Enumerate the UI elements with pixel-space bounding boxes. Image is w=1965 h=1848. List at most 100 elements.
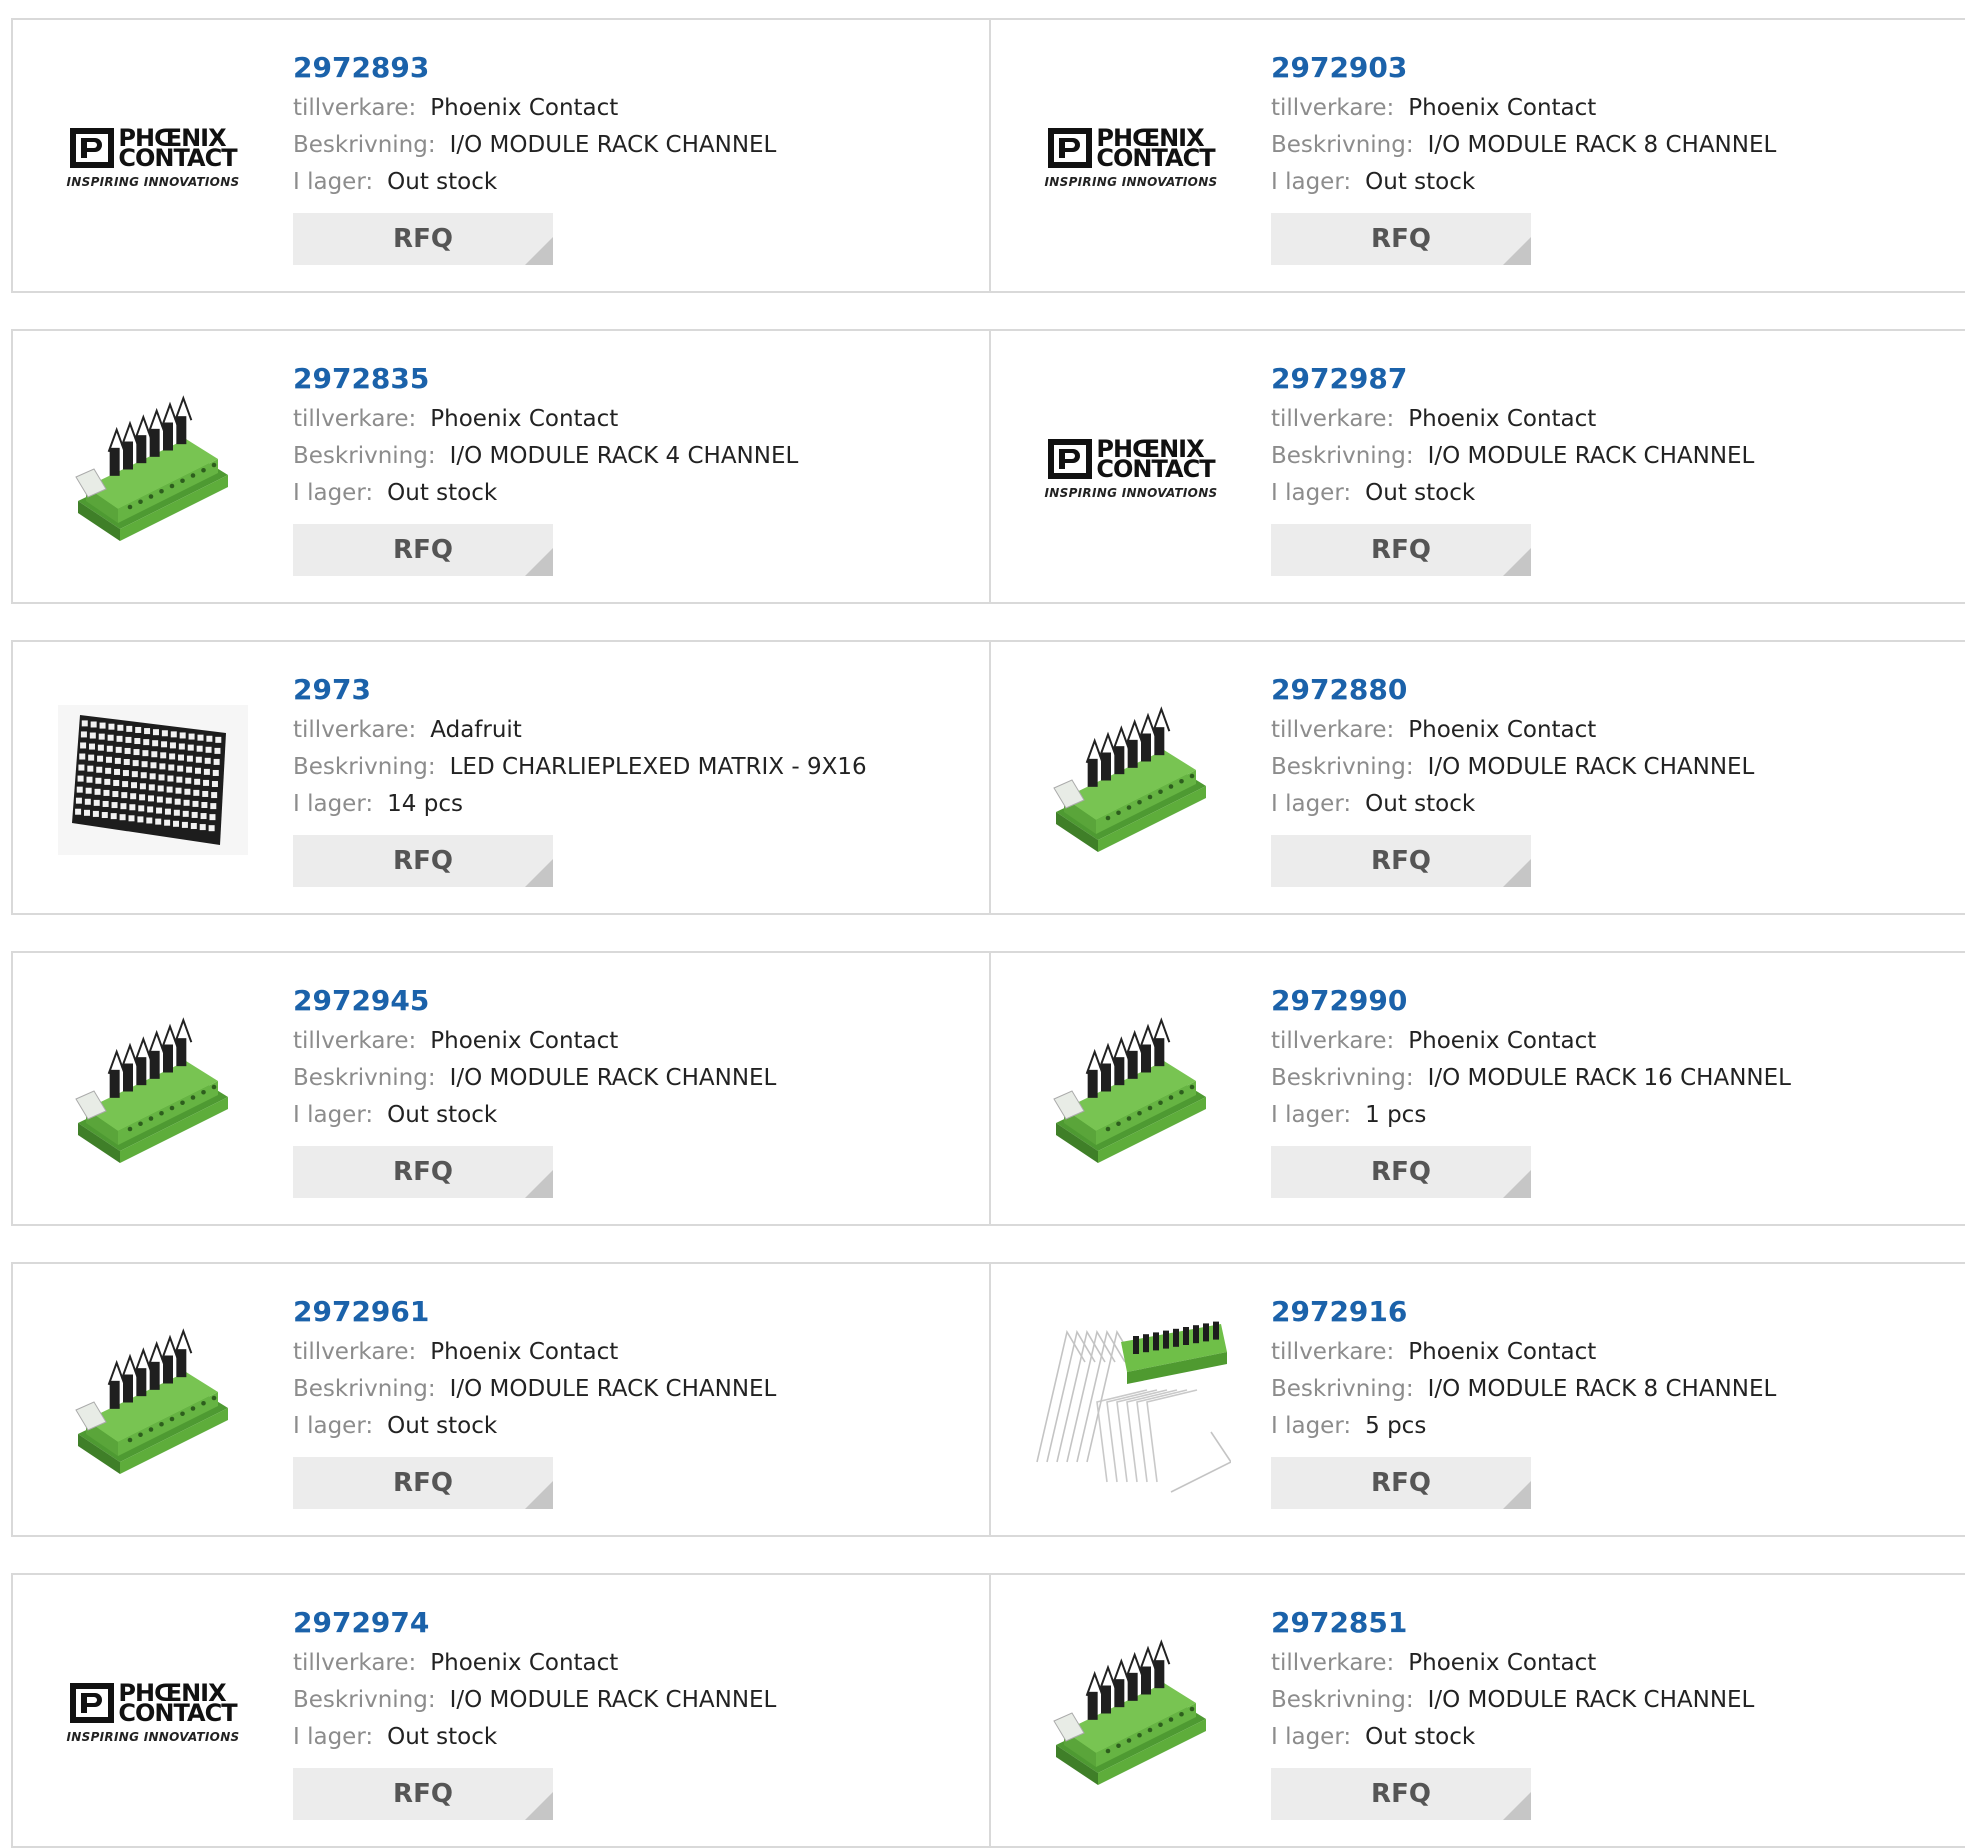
description-row: Beskrivning: LED CHARLIEPLEXED MATRIX - 9… [293,749,867,786]
phoenix-contact-logo: PHŒNIX CONTACT INSPIRING INNOVATIONS [53,1681,253,1744]
description-label: Beskrivning: [293,443,436,469]
part-number-link[interactable]: 2972945 [293,981,776,1023]
manufacturer-label: tillverkare: [1271,95,1395,121]
rfq-button[interactable]: RFQ [1271,213,1531,265]
description-label: Beskrivning: [1271,132,1414,158]
phoenix-contact-logo: PHŒNIX CONTACT INSPIRING INNOVATIONS [1031,126,1231,189]
description-value: I/O MODULE RACK CHANNEL [449,1687,777,1713]
rfq-button[interactable]: RFQ [1271,1768,1531,1820]
manufacturer-label: tillverkare: [293,95,417,121]
rfq-button[interactable]: RFQ [1271,1457,1531,1509]
product-image[interactable]: PHŒNIX CONTACT INSPIRING INNOVATIONS [53,1613,253,1813]
manufacturer-label: tillverkare: [1271,1028,1395,1054]
product-card: PHŒNIX CONTACT INSPIRING INNOVATIONS 297289… [13,20,989,291]
stock-row: I lager: 5 pcs [1271,1408,1776,1445]
part-number-link[interactable]: 2972893 [293,48,776,90]
product-image[interactable] [1031,680,1231,880]
stock-label: I lager: [1271,169,1352,195]
description-row: Beskrivning: I/O MODULE RACK 8 CHANNEL [1271,1371,1776,1408]
manufacturer-value: Phoenix Contact [430,1339,619,1365]
rfq-button[interactable]: RFQ [1271,524,1531,576]
product-image[interactable] [53,1302,253,1502]
logo-tagline: INSPIRING INNOVATIONS [66,1730,240,1744]
description-row: Beskrivning: I/O MODULE RACK CHANNEL [1271,438,1754,475]
stock-value: Out stock [387,1102,498,1128]
manufacturer-value: Adafruit [430,717,522,743]
stock-value: Out stock [387,169,498,195]
stock-value: Out stock [387,480,498,506]
logo-line-2: CONTACT [118,144,237,172]
stock-label: I lager: [1271,1724,1352,1750]
manufacturer-value: Phoenix Contact [430,95,619,121]
part-number-link[interactable]: 2972916 [1271,1292,1776,1334]
product-image[interactable] [1031,1613,1231,1813]
part-number-link[interactable]: 2972987 [1271,359,1754,401]
logo-line-2: CONTACT [1096,144,1215,172]
rfq-button[interactable]: RFQ [293,835,553,887]
manufacturer-row: tillverkare: Phoenix Contact [1271,1023,1791,1060]
manufacturer-label: tillverkare: [293,406,417,432]
manufacturer-row: tillverkare: Phoenix Contact [1271,401,1754,438]
manufacturer-label: tillverkare: [293,1650,417,1676]
product-image[interactable]: PHŒNIX CONTACT INSPIRING INNOVATIONS [1031,58,1231,258]
product-image[interactable] [1031,1302,1231,1502]
product-row: PHŒNIX CONTACT INSPIRING INNOVATIONS 297297… [11,1573,1965,1848]
phoenix-contact-logo: PHŒNIX CONTACT INSPIRING INNOVATIONS [53,126,253,189]
rfq-button[interactable]: RFQ [293,524,553,576]
product-card: 2972945 tillverkare: Phoenix Contact Beskri… [13,953,989,1224]
manufacturer-value: Phoenix Contact [1408,717,1597,743]
description-label: Beskrivning: [1271,1376,1414,1402]
product-card: 2972880 tillverkare: Phoenix Contact Beskri… [989,642,1965,913]
description-row: Beskrivning: I/O MODULE RACK CHANNEL [293,1060,776,1097]
io-module-image [75,395,228,541]
rfq-button[interactable]: RFQ [293,1768,553,1820]
stock-value: Out stock [387,1724,498,1750]
part-number-link[interactable]: 2972903 [1271,48,1776,90]
description-row: Beskrivning: I/O MODULE RACK 4 CHANNEL [293,438,798,475]
part-number-link[interactable]: 2972974 [293,1603,776,1645]
product-image[interactable] [53,369,253,569]
manufacturer-value: Phoenix Contact [1408,1650,1597,1676]
stock-label: I lager: [293,480,374,506]
manufacturer-row: tillverkare: Phoenix Contact [1271,90,1776,127]
stock-value: 1 pcs [1365,1102,1427,1128]
part-number-link[interactable]: 2972961 [293,1292,776,1334]
description-row: Beskrivning: I/O MODULE RACK 16 CHANNEL [1271,1060,1791,1097]
part-number-link[interactable]: 2972880 [1271,670,1754,712]
product-row: 2972945 tillverkare: Phoenix Contact Beskri… [11,951,1965,1226]
stock-value: 5 pcs [1365,1413,1427,1439]
stock-label: I lager: [293,791,374,817]
rfq-button[interactable]: RFQ [293,1457,553,1509]
rfq-button[interactable]: RFQ [1271,1146,1531,1198]
part-number-link[interactable]: 2973 [293,670,867,712]
io-module-image [1053,1639,1206,1785]
stock-row: I lager: Out stock [1271,164,1776,201]
description-value: I/O MODULE RACK CHANNEL [1427,443,1755,469]
product-image[interactable]: PHŒNIX CONTACT INSPIRING INNOVATIONS [1031,369,1231,569]
product-image[interactable] [53,680,253,880]
manufacturer-row: tillverkare: Phoenix Contact [293,1645,776,1682]
stock-value: Out stock [1365,791,1476,817]
part-number-link[interactable]: 2972851 [1271,1603,1754,1645]
part-number-link[interactable]: 2972835 [293,359,798,401]
product-image[interactable] [1031,991,1231,1191]
rfq-button[interactable]: RFQ [293,1146,553,1198]
manufacturer-value: Phoenix Contact [1408,1028,1597,1054]
phoenix-contact-logo: PHŒNIX CONTACT INSPIRING INNOVATIONS [1031,437,1231,500]
description-label: Beskrivning: [1271,754,1414,780]
description-value: I/O MODULE RACK CHANNEL [449,1065,777,1091]
stock-row: I lager: Out stock [1271,786,1754,823]
module-with-brackets-image [1031,1302,1231,1502]
product-image[interactable] [53,991,253,1191]
stock-row: I lager: Out stock [293,164,776,201]
product-card: 2972835 tillverkare: Phoenix Contact Beskri… [13,331,989,602]
part-number-link[interactable]: 2972990 [1271,981,1791,1023]
description-value: I/O MODULE RACK 4 CHANNEL [449,443,799,469]
rfq-button[interactable]: RFQ [293,213,553,265]
rfq-button[interactable]: RFQ [1271,835,1531,887]
product-grid: PHŒNIX CONTACT INSPIRING INNOVATIONS 297289… [0,0,1965,1848]
manufacturer-label: tillverkare: [293,1028,417,1054]
description-row: Beskrivning: I/O MODULE RACK CHANNEL [1271,749,1754,786]
product-image[interactable]: PHŒNIX CONTACT INSPIRING INNOVATIONS [53,58,253,258]
manufacturer-row: tillverkare: Phoenix Contact [1271,1645,1754,1682]
